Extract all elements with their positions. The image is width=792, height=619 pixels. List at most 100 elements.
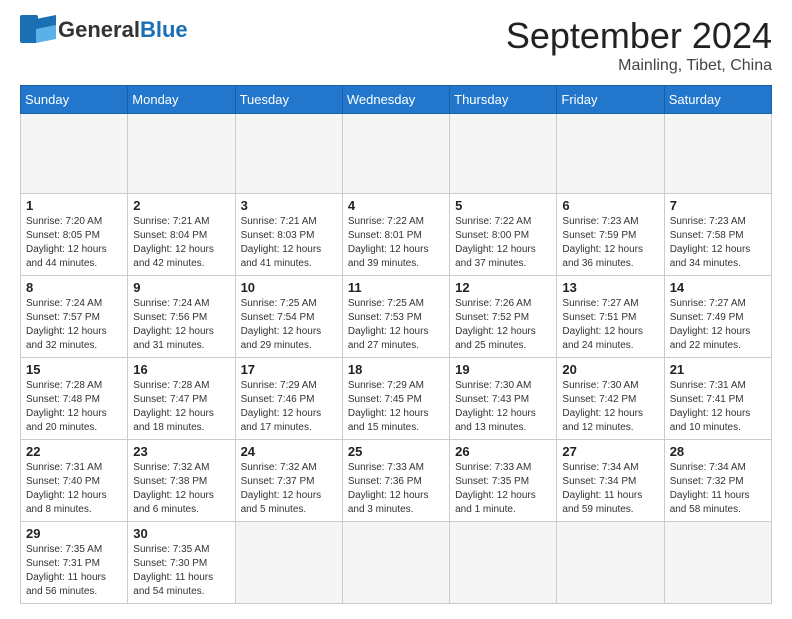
table-row: 1 Sunrise: 7:20 AMSunset: 8:05 PMDaylight…: [21, 194, 128, 276]
day-info: Sunrise: 7:34 AMSunset: 7:34 PMDaylight:…: [562, 461, 658, 517]
table-row: [450, 114, 557, 194]
day-info: Sunrise: 7:30 AMSunset: 7:43 PMDaylight:…: [455, 379, 551, 435]
header-sunday: Sunday: [21, 86, 128, 114]
title-block: September 2024 Mainling, Tibet, China: [506, 15, 772, 75]
day-info: Sunrise: 7:32 AMSunset: 7:37 PMDaylight:…: [241, 461, 337, 517]
table-row: 30 Sunrise: 7:35 AMSunset: 7:30 PMDayligh…: [128, 522, 235, 604]
table-row: [664, 114, 771, 194]
calendar: Sunday Monday Tuesday Wednesday Thursday…: [20, 85, 772, 604]
day-number: 10: [241, 280, 337, 295]
table-row: 4Sunrise: 7:22 AMSunset: 8:01 PMDaylight…: [342, 194, 449, 276]
day-info: Sunrise: 7:33 AMSunset: 7:35 PMDaylight:…: [455, 461, 551, 517]
day-info: Sunrise: 7:35 AMSunset: 7:31 PMDaylight:…: [26, 543, 122, 599]
day-info: Sunrise: 7:23 AMSunset: 7:58 PMDaylight:…: [670, 215, 766, 271]
day-number: 25: [348, 444, 444, 459]
day-info: Sunrise: 7:28 AMSunset: 7:47 PMDaylight:…: [133, 379, 229, 435]
table-row: 29Sunrise: 7:35 AMSunset: 7:31 PMDayligh…: [21, 522, 128, 604]
table-row: [557, 114, 664, 194]
table-row: 16 Sunrise: 7:28 AMSunset: 7:47 PMDayligh…: [128, 358, 235, 440]
day-info: Sunrise: 7:24 AMSunset: 7:57 PMDaylight:…: [26, 297, 122, 353]
table-row: [21, 114, 128, 194]
header-thursday: Thursday: [450, 86, 557, 114]
table-row: 22Sunrise: 7:31 AMSunset: 7:40 PMDayligh…: [21, 440, 128, 522]
header-saturday: Saturday: [664, 86, 771, 114]
month-title: September 2024: [506, 15, 772, 57]
day-number: 13: [562, 280, 658, 295]
day-info: Sunrise: 7:30 AMSunset: 7:42 PMDaylight:…: [562, 379, 658, 435]
day-number: 12: [455, 280, 551, 295]
table-row: [664, 522, 771, 604]
day-number: 26: [455, 444, 551, 459]
day-info: Sunrise: 7:28 AMSunset: 7:48 PMDaylight:…: [26, 379, 122, 435]
day-number: 5: [455, 198, 551, 213]
day-info: Sunrise: 7:21 AMSunset: 8:04 PMDaylight:…: [133, 215, 229, 271]
day-info: Sunrise: 7:34 AMSunset: 7:32 PMDaylight:…: [670, 461, 766, 517]
header-friday: Friday: [557, 86, 664, 114]
day-number: 2: [133, 198, 229, 213]
header-monday: Monday: [128, 86, 235, 114]
logo-icon: [20, 15, 56, 45]
calendar-week-row: 29Sunrise: 7:35 AMSunset: 7:31 PMDayligh…: [21, 522, 772, 604]
day-info: Sunrise: 7:35 AMSunset: 7:30 PMDaylight:…: [133, 543, 229, 599]
table-row: [342, 522, 449, 604]
table-row: 7 Sunrise: 7:23 AMSunset: 7:58 PMDaylight…: [664, 194, 771, 276]
table-row: 12 Sunrise: 7:26 AMSunset: 7:52 PMDayligh…: [450, 276, 557, 358]
table-row: 14Sunrise: 7:27 AMSunset: 7:49 PMDayligh…: [664, 276, 771, 358]
table-row: [235, 114, 342, 194]
table-row: 23Sunrise: 7:32 AMSunset: 7:38 PMDayligh…: [128, 440, 235, 522]
day-number: 9: [133, 280, 229, 295]
table-row: [557, 522, 664, 604]
day-info: Sunrise: 7:33 AMSunset: 7:36 PMDaylight:…: [348, 461, 444, 517]
table-row: 9 Sunrise: 7:24 AMSunset: 7:56 PMDaylight…: [128, 276, 235, 358]
day-number: 6: [562, 198, 658, 213]
day-info: Sunrise: 7:29 AMSunset: 7:46 PMDaylight:…: [241, 379, 337, 435]
table-row: 18Sunrise: 7:29 AMSunset: 7:45 PMDayligh…: [342, 358, 449, 440]
day-number: 21: [670, 362, 766, 377]
header-tuesday: Tuesday: [235, 86, 342, 114]
day-info: Sunrise: 7:25 AMSunset: 7:53 PMDaylight:…: [348, 297, 444, 353]
day-info: Sunrise: 7:25 AMSunset: 7:54 PMDaylight:…: [241, 297, 337, 353]
day-number: 24: [241, 444, 337, 459]
day-number: 30: [133, 526, 229, 541]
calendar-week-row: 8Sunrise: 7:24 AMSunset: 7:57 PMDaylight…: [21, 276, 772, 358]
day-number: 18: [348, 362, 444, 377]
day-number: 20: [562, 362, 658, 377]
header: GeneralBlue September 2024 Mainling, Tib…: [20, 15, 772, 75]
day-number: 3: [241, 198, 337, 213]
day-number: 19: [455, 362, 551, 377]
header-wednesday: Wednesday: [342, 86, 449, 114]
day-number: 16: [133, 362, 229, 377]
table-row: 17 Sunrise: 7:29 AMSunset: 7:46 PMDayligh…: [235, 358, 342, 440]
table-row: 5Sunrise: 7:22 AMSunset: 8:00 PMDaylight…: [450, 194, 557, 276]
table-row: 8Sunrise: 7:24 AMSunset: 7:57 PMDaylight…: [21, 276, 128, 358]
table-row: [235, 522, 342, 604]
table-row: [342, 114, 449, 194]
calendar-header-row: Sunday Monday Tuesday Wednesday Thursday…: [21, 86, 772, 114]
day-info: Sunrise: 7:26 AMSunset: 7:52 PMDaylight:…: [455, 297, 551, 353]
day-number: 11: [348, 280, 444, 295]
day-number: 7: [670, 198, 766, 213]
day-number: 17: [241, 362, 337, 377]
table-row: [450, 522, 557, 604]
day-info: Sunrise: 7:24 AMSunset: 7:56 PMDaylight:…: [133, 297, 229, 353]
table-row: 15 Sunrise: 7:28 AMSunset: 7:48 PMDayligh…: [21, 358, 128, 440]
table-row: 11 Sunrise: 7:25 AMSunset: 7:53 PMDayligh…: [342, 276, 449, 358]
table-row: 21Sunrise: 7:31 AMSunset: 7:41 PMDayligh…: [664, 358, 771, 440]
day-info: Sunrise: 7:21 AMSunset: 8:03 PMDaylight:…: [241, 215, 337, 271]
calendar-week-row: 15 Sunrise: 7:28 AMSunset: 7:48 PMDayligh…: [21, 358, 772, 440]
logo-text: GeneralBlue: [58, 17, 188, 42]
day-number: 22: [26, 444, 122, 459]
day-number: 1: [26, 198, 122, 213]
table-row: 13Sunrise: 7:27 AMSunset: 7:51 PMDayligh…: [557, 276, 664, 358]
table-row: 24 Sunrise: 7:32 AMSunset: 7:37 PMDayligh…: [235, 440, 342, 522]
day-info: Sunrise: 7:20 AMSunset: 8:05 PMDaylight:…: [26, 215, 122, 271]
day-number: 15: [26, 362, 122, 377]
calendar-week-row: [21, 114, 772, 194]
table-row: 10 Sunrise: 7:25 AMSunset: 7:54 PMDayligh…: [235, 276, 342, 358]
day-info: Sunrise: 7:27 AMSunset: 7:49 PMDaylight:…: [670, 297, 766, 353]
table-row: 20 Sunrise: 7:30 AMSunset: 7:42 PMDayligh…: [557, 358, 664, 440]
location: Mainling, Tibet, China: [506, 57, 772, 75]
table-row: 25 Sunrise: 7:33 AMSunset: 7:36 PMDayligh…: [342, 440, 449, 522]
day-number: 28: [670, 444, 766, 459]
calendar-week-row: 1 Sunrise: 7:20 AMSunset: 8:05 PMDaylight…: [21, 194, 772, 276]
